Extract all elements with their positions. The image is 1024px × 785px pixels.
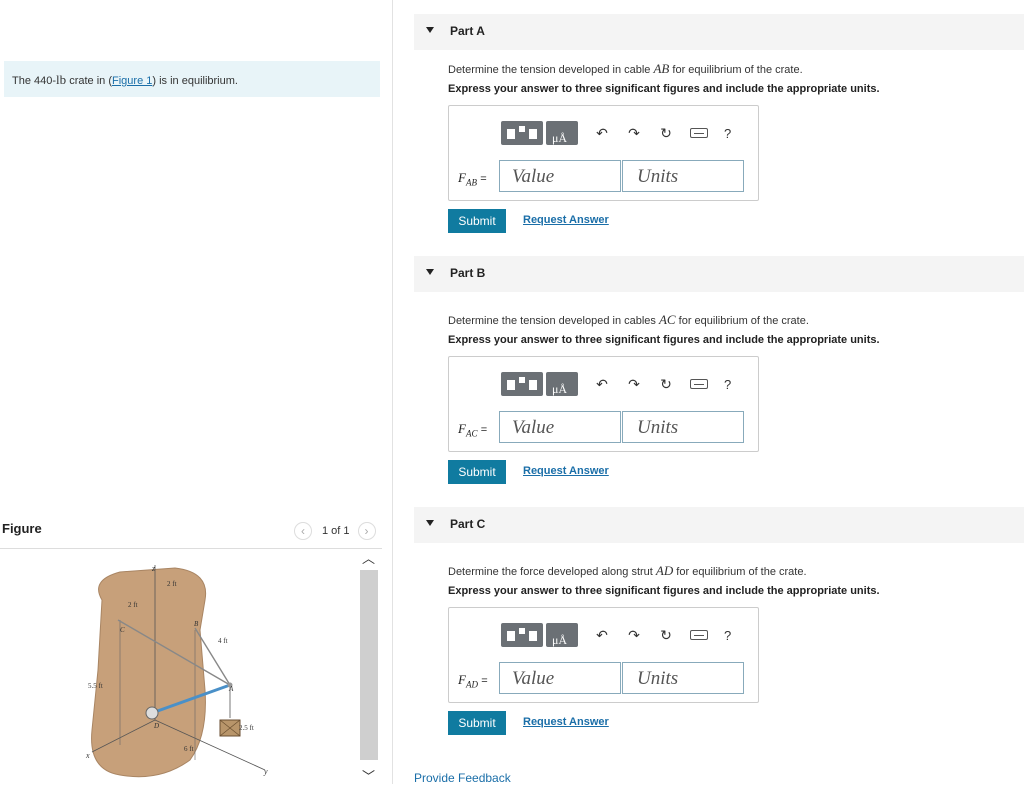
- collapse-triangle-icon[interactable]: [426, 269, 434, 275]
- label-d: D: [153, 722, 159, 730]
- units-input[interactable]: Units: [622, 662, 744, 694]
- keyboard-icon[interactable]: [690, 379, 708, 389]
- math-toolbar: μÅ ↶ ↷ ↻ ?: [501, 372, 731, 396]
- reset-icon[interactable]: ↻: [658, 627, 674, 644]
- label-a: A: [228, 685, 234, 693]
- variable-label: FAC =: [458, 421, 488, 439]
- request-answer-link[interactable]: Request Answer: [523, 465, 609, 477]
- label-y: y: [263, 767, 268, 776]
- label-x: x: [85, 751, 90, 760]
- dim-2ft-top: 2 ft: [167, 580, 177, 588]
- templates-button[interactable]: [501, 623, 543, 647]
- prev-figure-button[interactable]: ‹: [294, 522, 312, 540]
- part-b-header[interactable]: Part B: [414, 256, 1024, 292]
- templates-button[interactable]: [501, 121, 543, 145]
- help-icon[interactable]: ?: [724, 377, 731, 392]
- provide-feedback-link[interactable]: Provide Feedback: [414, 771, 511, 785]
- undo-icon[interactable]: ↶: [594, 376, 610, 393]
- part-c-question: Determine the force developed along stru…: [448, 563, 807, 578]
- request-answer-link[interactable]: Request Answer: [523, 716, 609, 728]
- right-panel: Part A Determine the tension developed i…: [393, 0, 1024, 785]
- problem-statement: The 440-lb crate in (Figure 1) is in equ…: [4, 61, 380, 97]
- next-figure-button[interactable]: ›: [357, 522, 376, 540]
- dim-2ft-left: 2 ft: [128, 601, 138, 609]
- variable-label: FAB =: [458, 170, 487, 188]
- part-a-instruction: Express your answer to three significant…: [448, 83, 880, 95]
- part-a-answer-box: μÅ ↶ ↷ ↻ ? FAB = Value Units: [448, 105, 759, 201]
- part-c-answer-box: μÅ ↶ ↷ ↻ ? FAD = Value Units: [448, 607, 759, 703]
- help-icon[interactable]: ?: [724, 126, 731, 141]
- value-input[interactable]: Value: [499, 662, 621, 694]
- units-button[interactable]: μÅ: [546, 121, 578, 145]
- dim-6ft: 6 ft: [184, 745, 194, 753]
- dim-4ft: 4 ft: [218, 637, 228, 645]
- scroll-thumb[interactable]: [360, 570, 378, 760]
- part-c-header[interactable]: Part C: [414, 507, 1024, 543]
- part-a-header[interactable]: Part A: [414, 14, 1024, 50]
- undo-icon[interactable]: ↶: [594, 125, 610, 142]
- redo-icon[interactable]: ↷: [626, 376, 642, 393]
- units-input[interactable]: Units: [622, 411, 744, 443]
- units-button[interactable]: μÅ: [546, 372, 578, 396]
- help-icon[interactable]: ?: [724, 628, 731, 643]
- request-answer-link[interactable]: Request Answer: [523, 214, 609, 226]
- part-b-instruction: Express your answer to three significant…: [448, 334, 880, 346]
- units-input[interactable]: Units: [622, 160, 744, 192]
- figure-title: Figure: [2, 521, 42, 536]
- keyboard-icon[interactable]: [690, 128, 708, 138]
- figure-divider: [0, 548, 382, 549]
- reset-icon[interactable]: ↻: [658, 125, 674, 142]
- value-input[interactable]: Value: [499, 411, 621, 443]
- math-toolbar: μÅ ↶ ↷ ↻ ?: [501, 623, 731, 647]
- label-b: B: [194, 620, 199, 628]
- keyboard-icon[interactable]: [690, 630, 708, 640]
- problem-text: The 440-lb crate in (Figure 1) is in equ…: [12, 72, 238, 87]
- part-title: Part A: [450, 24, 485, 38]
- units-button[interactable]: μÅ: [546, 623, 578, 647]
- value-input[interactable]: Value: [499, 160, 621, 192]
- reset-icon[interactable]: ↻: [658, 376, 674, 393]
- left-panel: The 440-lb crate in (Figure 1) is in equ…: [0, 0, 393, 784]
- part-c-instruction: Express your answer to three significant…: [448, 585, 880, 597]
- figure-link[interactable]: Figure 1: [112, 75, 152, 87]
- redo-icon[interactable]: ↷: [626, 125, 642, 142]
- figure-scrollbar[interactable]: ︿ ﹀: [359, 548, 379, 784]
- redo-icon[interactable]: ↷: [626, 627, 642, 644]
- undo-icon[interactable]: ↶: [594, 627, 610, 644]
- figure-page-count: 1 of 1: [322, 525, 350, 537]
- collapse-triangle-icon[interactable]: [426, 520, 434, 526]
- collapse-triangle-icon[interactable]: [426, 27, 434, 33]
- part-b-answer-box: μÅ ↶ ↷ ↻ ? FAC = Value Units: [448, 356, 759, 452]
- submit-button[interactable]: Submit: [448, 209, 506, 233]
- submit-button[interactable]: Submit: [448, 711, 506, 735]
- templates-button[interactable]: [501, 372, 543, 396]
- figure-pager: ‹ 1 of 1 ›: [294, 521, 376, 541]
- part-b-question: Determine the tension developed in cable…: [448, 312, 809, 327]
- figure-image: z x y C B A D 2 ft 2 ft 4 ft 5.5 ft 2.5 …: [85, 564, 268, 778]
- part-title: Part B: [450, 266, 486, 280]
- math-toolbar: μÅ ↶ ↷ ↻ ?: [501, 121, 731, 145]
- scroll-up-icon[interactable]: ︿: [362, 548, 375, 567]
- variable-label: FAD =: [458, 672, 488, 690]
- part-a-question: Determine the tension developed in cable…: [448, 61, 803, 76]
- dim-2-5ft: 2.5 ft: [239, 724, 254, 732]
- submit-button[interactable]: Submit: [448, 460, 506, 484]
- dim-5-5ft: 5.5 ft: [88, 682, 103, 690]
- label-c: C: [120, 626, 125, 634]
- part-title: Part C: [450, 517, 486, 531]
- scroll-down-icon[interactable]: ﹀: [362, 766, 375, 785]
